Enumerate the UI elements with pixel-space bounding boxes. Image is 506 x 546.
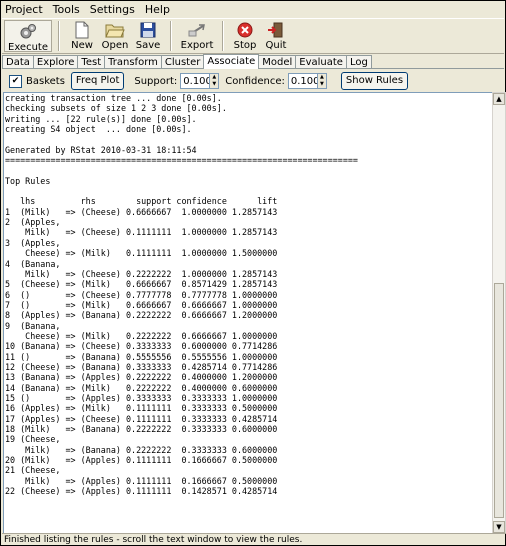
export-button[interactable]: Export	[178, 19, 216, 53]
quit-label: Quit	[265, 40, 287, 51]
status-bar: Finished listing the rules - scroll the …	[2, 533, 506, 546]
scrollbar-thumb[interactable]	[494, 283, 504, 518]
gears-icon	[18, 23, 38, 41]
menu-settings[interactable]: Settings	[90, 2, 135, 17]
new-document-icon	[72, 21, 92, 39]
support-value[interactable]: 0.1000	[181, 76, 218, 87]
save-button[interactable]: Save	[132, 19, 164, 53]
associate-options: ✔ Baskets Freq Plot Support: 0.1000 ▲ ▼ C…	[2, 68, 504, 93]
support-label: Support:	[134, 75, 178, 87]
app-window: Project Tools Settings Help Execute New …	[0, 0, 506, 546]
menu-tools[interactable]: Tools	[53, 2, 80, 17]
open-folder-icon	[105, 21, 125, 39]
spinner-arrows-icon[interactable]: ▲ ▼	[316, 74, 326, 88]
export-label: Export	[180, 40, 214, 51]
quit-button[interactable]: Quit	[260, 19, 292, 53]
open-label: Open	[101, 40, 129, 51]
stop-button[interactable]: Stop	[230, 19, 260, 53]
toolbar: Execute New Open Save Export Stop Quit	[2, 18, 504, 54]
baskets-label: Baskets	[26, 75, 65, 87]
confidence-label: Confidence:	[225, 75, 285, 87]
menu-project[interactable]: Project	[5, 2, 43, 17]
tab-test[interactable]: Test	[77, 55, 106, 69]
vertical-scrollbar[interactable]: ▲ ▼	[492, 92, 506, 534]
confidence-spinner[interactable]: 0.1000 ▲ ▼	[287, 73, 327, 89]
scroll-down-icon[interactable]: ▼	[493, 521, 505, 533]
quit-door-icon	[266, 21, 286, 39]
output-text: creating transaction tree ... done [0.00…	[5, 93, 358, 497]
menu-bar: Project Tools Settings Help	[3, 2, 170, 17]
tab-explore[interactable]: Explore	[32, 55, 79, 69]
open-button[interactable]: Open	[98, 19, 132, 53]
new-button[interactable]: New	[66, 19, 98, 53]
execute-button[interactable]: Execute	[4, 20, 52, 53]
menu-help[interactable]: Help	[145, 2, 170, 17]
support-spinner[interactable]: 0.1000 ▲ ▼	[180, 73, 220, 89]
stop-icon	[235, 21, 255, 39]
tab-bar: Data Explore Test Transform Cluster Asso…	[2, 54, 372, 69]
tab-cluster[interactable]: Cluster	[160, 55, 205, 69]
export-icon	[187, 21, 207, 39]
spinner-arrows-icon[interactable]: ▲ ▼	[209, 74, 219, 88]
scroll-up-icon[interactable]: ▲	[493, 93, 505, 105]
floppy-disk-icon	[138, 21, 158, 39]
tab-evaluate[interactable]: Evaluate	[295, 55, 347, 69]
tab-model[interactable]: Model	[258, 55, 297, 69]
tab-transform[interactable]: Transform	[104, 55, 162, 69]
baskets-checkbox[interactable]: ✔	[9, 74, 22, 88]
execute-label: Execute	[8, 42, 48, 53]
save-label: Save	[135, 40, 161, 51]
tab-data[interactable]: Data	[2, 55, 34, 69]
freq-plot-button[interactable]: Freq Plot	[70, 72, 125, 90]
toolbar-separator	[170, 21, 172, 51]
confidence-value[interactable]: 0.1000	[289, 76, 326, 87]
tab-associate[interactable]: Associate	[203, 54, 260, 69]
show-rules-button[interactable]: Show Rules	[340, 72, 409, 90]
output-text-area[interactable]: creating transaction tree ... done [0.00…	[3, 92, 493, 534]
stop-label: Stop	[233, 40, 257, 51]
new-label: New	[71, 40, 93, 51]
tab-log[interactable]: Log	[345, 55, 372, 69]
toolbar-separator	[58, 21, 60, 51]
toolbar-separator	[222, 21, 224, 51]
